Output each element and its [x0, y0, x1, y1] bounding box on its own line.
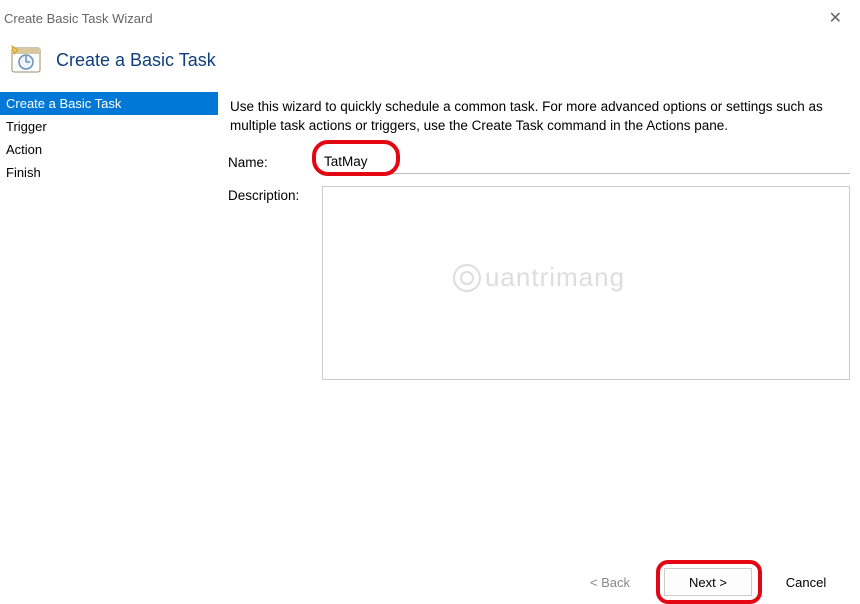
back-button: < Back — [566, 568, 654, 596]
intro-text: Use this wizard to quickly schedule a co… — [228, 92, 850, 150]
next-button[interactable]: Next > — [664, 568, 752, 596]
window-title: Create Basic Task Wizard — [4, 11, 153, 26]
name-input[interactable] — [322, 150, 850, 174]
cancel-button-label: Cancel — [786, 575, 826, 590]
sidebar: Create a Basic Task Trigger Action Finis… — [0, 92, 218, 532]
sidebar-item-create-basic-task[interactable]: Create a Basic Task — [0, 92, 218, 115]
cancel-button[interactable]: Cancel — [762, 568, 850, 596]
description-textarea[interactable] — [322, 186, 850, 380]
sidebar-item-label: Action — [6, 142, 42, 157]
description-label: Description: — [228, 186, 322, 203]
sidebar-item-trigger[interactable]: Trigger — [0, 115, 218, 138]
close-icon[interactable]: ✕ — [821, 6, 850, 30]
sidebar-item-label: Create a Basic Task — [6, 96, 121, 111]
main-area: Create a Basic Task Trigger Action Finis… — [0, 92, 860, 532]
header: Create a Basic Task — [0, 34, 860, 92]
button-bar: < Back Next > Cancel — [566, 568, 850, 596]
titlebar: Create Basic Task Wizard ✕ — [0, 0, 860, 34]
sidebar-item-action[interactable]: Action — [0, 138, 218, 161]
back-button-label: < Back — [590, 575, 630, 590]
wizard-icon — [10, 44, 42, 76]
description-row: Description: — [228, 186, 850, 380]
page-title: Create a Basic Task — [56, 50, 216, 71]
name-row: Name: — [228, 150, 850, 174]
next-button-label: Next > — [689, 575, 727, 590]
sidebar-item-label: Finish — [6, 165, 41, 180]
sidebar-item-label: Trigger — [6, 119, 47, 134]
sidebar-item-finish[interactable]: Finish — [0, 161, 218, 184]
name-label: Name: — [228, 153, 322, 170]
content-pane: Use this wizard to quickly schedule a co… — [218, 92, 860, 532]
